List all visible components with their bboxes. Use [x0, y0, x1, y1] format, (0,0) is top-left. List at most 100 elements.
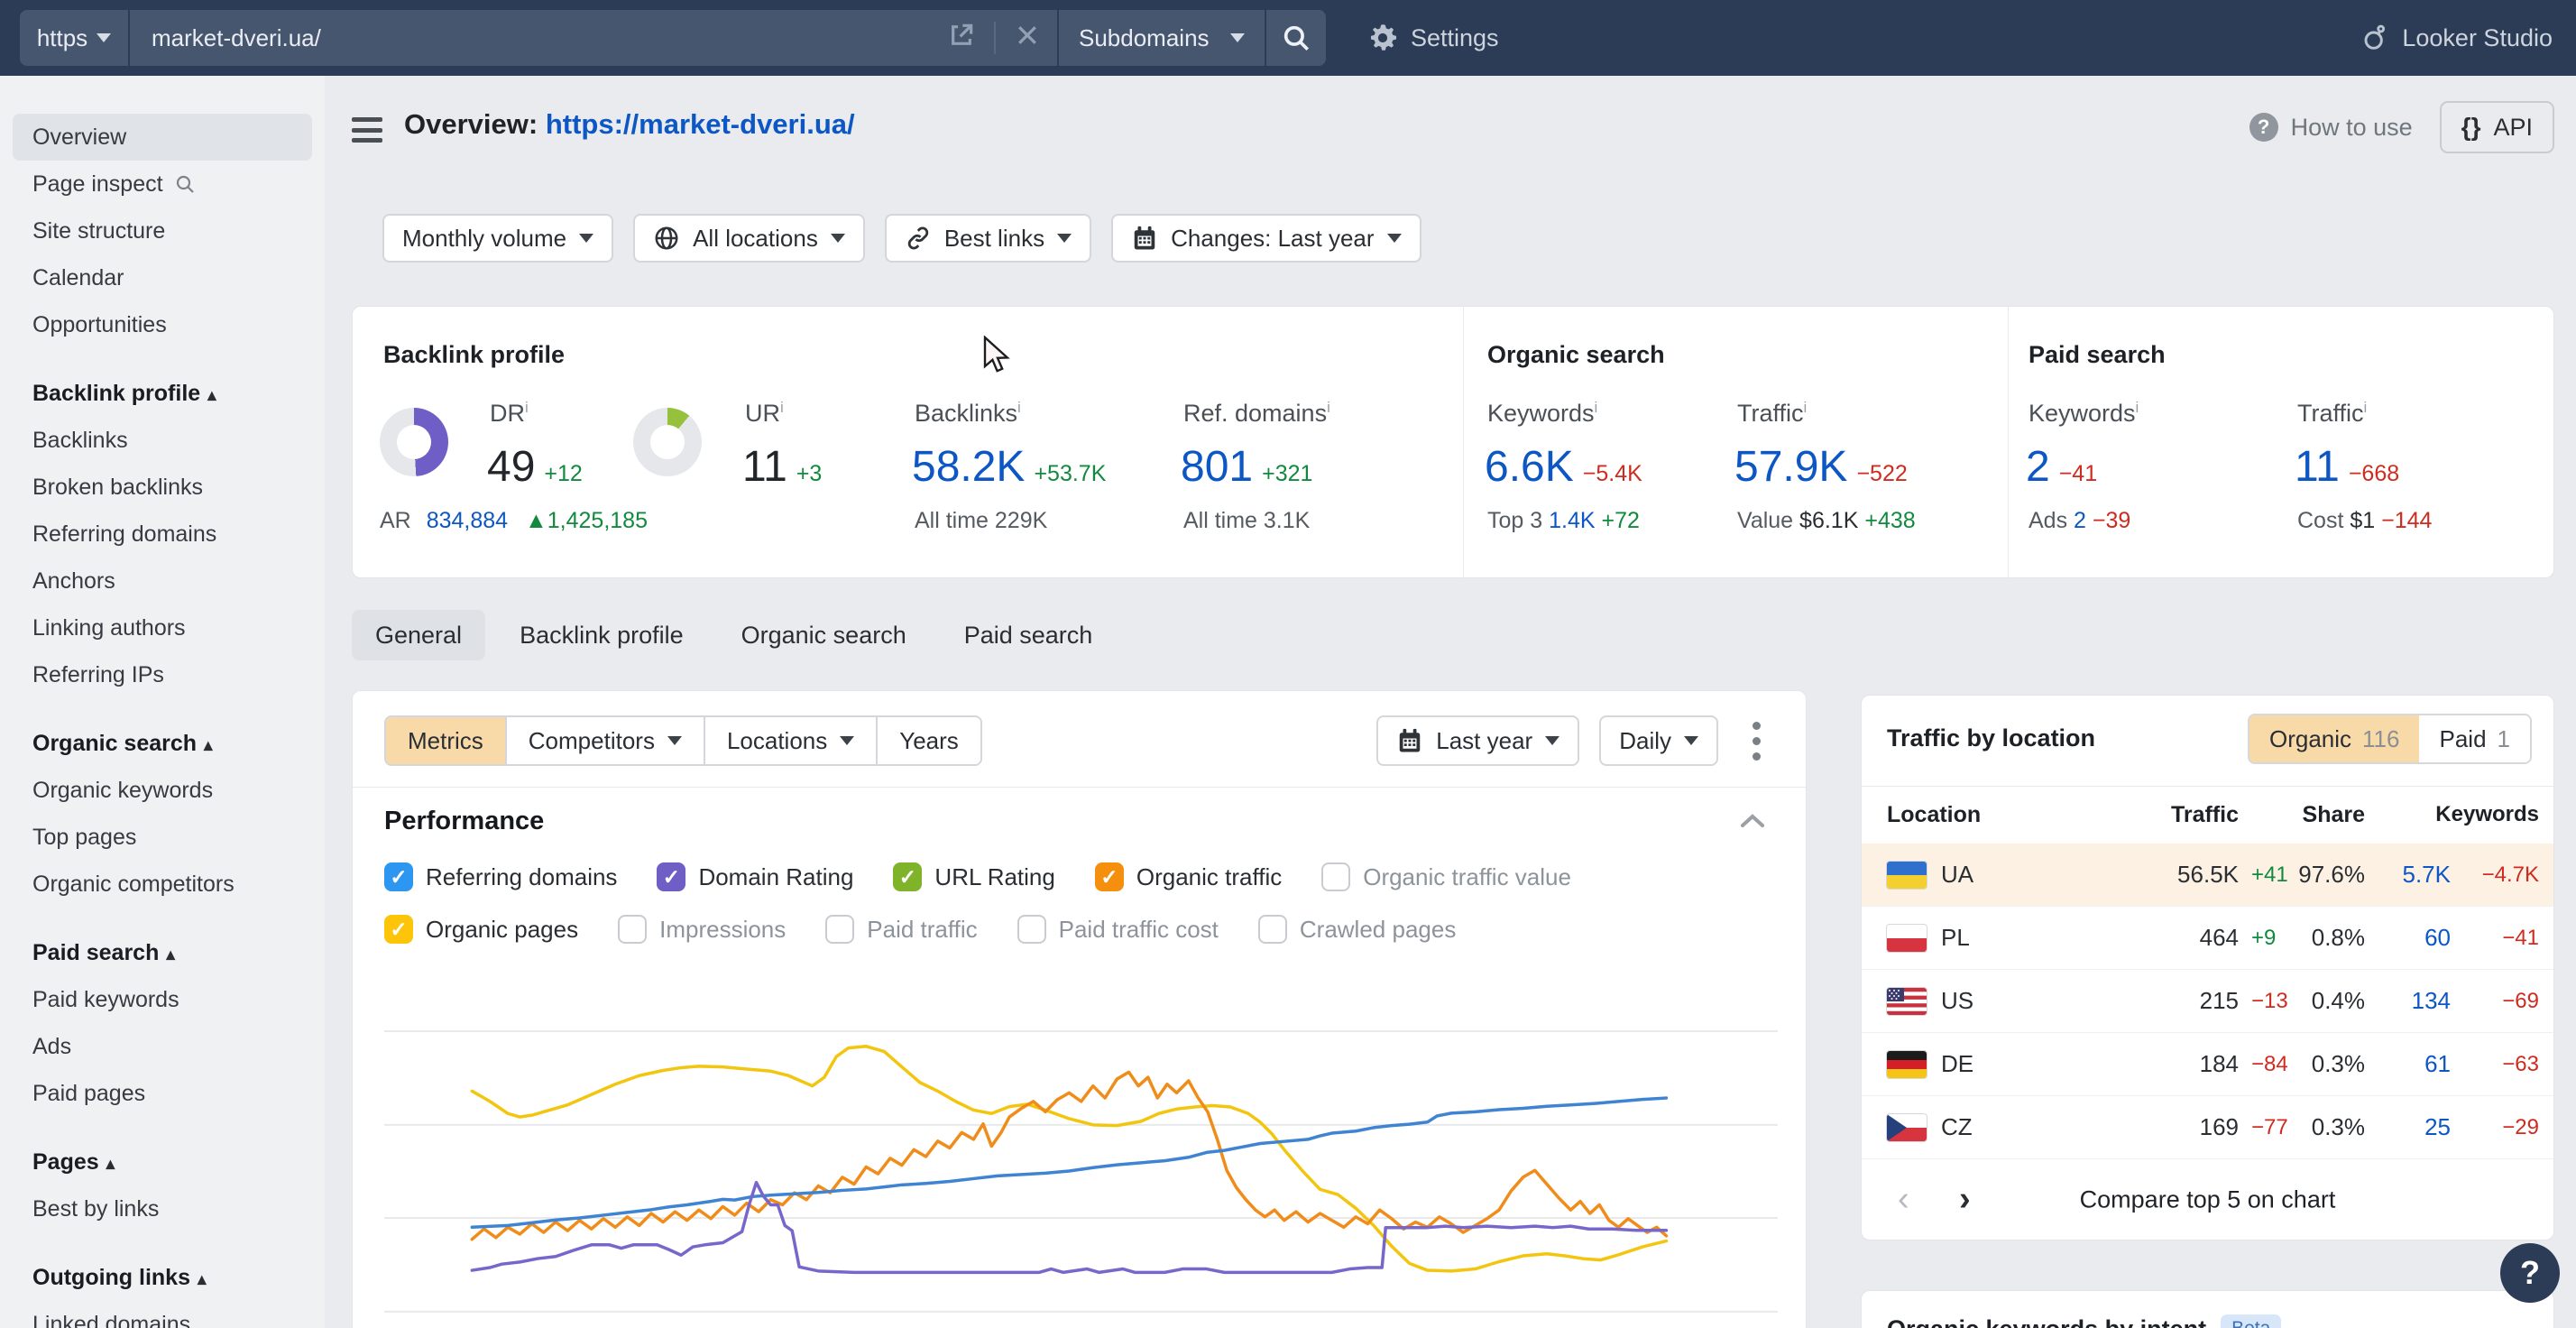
- sidebar-item-ads[interactable]: Ads: [13, 1023, 312, 1070]
- segment-competitors[interactable]: Competitors: [505, 717, 704, 764]
- checkbox-paid-traffic[interactable]: Paid traffic: [825, 915, 977, 944]
- info-icon[interactable]: i: [780, 399, 784, 416]
- clear-url-icon[interactable]: [1014, 22, 1041, 55]
- ads-value-link[interactable]: 2: [2074, 508, 2086, 533]
- tab-paid-search[interactable]: Paid search: [941, 610, 1117, 660]
- info-icon[interactable]: i: [2136, 399, 2139, 416]
- sidebar-section-organic-search[interactable]: Organic search▴: [13, 720, 312, 767]
- location-row-cz[interactable]: CZ 169 −77 0.3% 25 −29: [1862, 1096, 2553, 1159]
- checkbox-box[interactable]: [1258, 915, 1287, 944]
- sidebar-item-best-by-links[interactable]: Best by links: [13, 1185, 312, 1232]
- sidebar-item-top-pages[interactable]: Top pages: [13, 814, 312, 861]
- target-url-link[interactable]: https://market-dveri.ua/: [546, 108, 855, 140]
- checkbox-referring-domains[interactable]: Referring domains: [384, 862, 617, 891]
- organic-keywords-value[interactable]: 6.6K−5.4K: [1485, 442, 1642, 492]
- menu-hamburger-icon[interactable]: [352, 117, 382, 143]
- compare-top5-link[interactable]: Compare top 5 on chart: [2080, 1185, 2336, 1213]
- location-row-de[interactable]: DE 184 −84 0.3% 61 −63: [1862, 1033, 2553, 1096]
- checkbox-box[interactable]: [657, 862, 685, 891]
- changes-filter-button[interactable]: Changes: Last year: [1111, 214, 1421, 263]
- collapse-chevron-icon[interactable]: [1737, 810, 1768, 836]
- search-button[interactable]: [1266, 10, 1326, 66]
- location-row-us[interactable]: US 215 −13 0.4% 134 −69: [1862, 970, 2553, 1033]
- volume-filter-button[interactable]: Monthly volume: [382, 214, 613, 263]
- toggle-organic[interactable]: Organic116: [2249, 715, 2420, 762]
- sidebar-item-linking-authors[interactable]: Linking authors: [13, 604, 312, 651]
- paid-keywords-value[interactable]: 2−41: [2026, 442, 2097, 492]
- sidebar-item-broken-backlinks[interactable]: Broken backlinks: [13, 464, 312, 511]
- sidebar-section-backlink-profile[interactable]: Backlink profile▴: [13, 370, 312, 417]
- segment-years[interactable]: Years: [876, 717, 980, 764]
- keywords-link[interactable]: 25: [2369, 1096, 2451, 1158]
- keywords-link[interactable]: 60: [2369, 907, 2451, 969]
- checkbox-box[interactable]: [1321, 862, 1350, 891]
- keywords-link[interactable]: 61: [2369, 1033, 2451, 1095]
- ref-domains-value[interactable]: 801+321: [1181, 442, 1312, 492]
- keywords-link[interactable]: 134: [2369, 970, 2451, 1032]
- checkbox-organic-traffic-value[interactable]: Organic traffic value: [1321, 862, 1571, 891]
- info-icon[interactable]: i: [2364, 399, 2368, 416]
- sidebar-item-opportunities[interactable]: Opportunities: [13, 301, 312, 348]
- checkbox-organic-pages[interactable]: Organic pages: [384, 915, 578, 944]
- toggle-paid[interactable]: Paid1: [2419, 715, 2530, 762]
- sidebar-section-pages[interactable]: Pages▴: [13, 1139, 312, 1185]
- api-button[interactable]: {} API: [2440, 101, 2554, 153]
- checkbox-organic-traffic[interactable]: Organic traffic: [1095, 862, 1282, 891]
- date-range-button[interactable]: Last year: [1376, 715, 1579, 766]
- top3-value-link[interactable]: 1.4K: [1549, 508, 1595, 533]
- info-icon[interactable]: i: [1595, 399, 1598, 416]
- floating-help-button[interactable]: [2500, 1243, 2560, 1303]
- looker-studio-button[interactable]: Looker Studio: [2360, 0, 2553, 76]
- granularity-button[interactable]: Daily: [1599, 715, 1718, 766]
- location-row-pl[interactable]: PL 464 +9 0.8% 60 −41: [1862, 907, 2553, 970]
- more-options-kebab-icon[interactable]: [1738, 715, 1774, 766]
- checkbox-box[interactable]: [618, 915, 647, 944]
- sidebar-item-site-structure[interactable]: Site structure: [13, 208, 312, 254]
- checkbox-box[interactable]: [825, 915, 854, 944]
- scope-select[interactable]: Subdomains: [1059, 10, 1265, 66]
- checkbox-crawled-pages[interactable]: Crawled pages: [1258, 915, 1456, 944]
- page-next-chevron-icon[interactable]: ›: [1959, 1159, 1971, 1240]
- info-icon[interactable]: i: [1327, 399, 1330, 416]
- sidebar-item-anchors[interactable]: Anchors: [13, 558, 312, 604]
- external-link-icon[interactable]: [947, 21, 976, 56]
- sidebar-item-referring-domains[interactable]: Referring domains: [13, 511, 312, 558]
- checkbox-url-rating[interactable]: URL Rating: [893, 862, 1054, 891]
- segment-locations[interactable]: Locations: [704, 717, 876, 764]
- checkbox-domain-rating[interactable]: Domain Rating: [657, 862, 853, 891]
- paid-traffic-value[interactable]: 11−668: [2295, 442, 2399, 492]
- checkbox-box[interactable]: [893, 862, 922, 891]
- checkbox-box[interactable]: [1017, 915, 1046, 944]
- sidebar-section-outgoing-links[interactable]: Outgoing links▴: [13, 1254, 312, 1301]
- info-icon[interactable]: i: [525, 399, 529, 416]
- sidebar-section-paid-search[interactable]: Paid search▴: [13, 929, 312, 976]
- organic-traffic-value[interactable]: 57.9K−522: [1734, 442, 1908, 492]
- locations-filter-button[interactable]: All locations: [633, 214, 865, 263]
- sidebar-item-backlinks[interactable]: Backlinks: [13, 417, 312, 464]
- how-to-use-button[interactable]: How to use: [2249, 113, 2413, 142]
- checkbox-paid-traffic-cost[interactable]: Paid traffic cost: [1017, 915, 1219, 944]
- checkbox-box[interactable]: [384, 915, 413, 944]
- tab-general[interactable]: General: [352, 610, 485, 660]
- page-prev-chevron-icon[interactable]: ‹: [1898, 1159, 1909, 1240]
- segment-metrics[interactable]: Metrics: [386, 717, 505, 764]
- sidebar-item-organic-competitors[interactable]: Organic competitors: [13, 861, 312, 908]
- info-icon[interactable]: i: [1017, 399, 1021, 416]
- checkbox-box[interactable]: [384, 862, 413, 891]
- backlinks-value[interactable]: 58.2K+53.7K: [912, 442, 1106, 492]
- ar-value-link[interactable]: 834,884: [427, 508, 508, 533]
- protocol-select[interactable]: https: [20, 10, 128, 66]
- checkbox-impressions[interactable]: Impressions: [618, 915, 786, 944]
- sidebar-item-linked-domains[interactable]: Linked domains: [13, 1301, 312, 1328]
- best-links-filter-button[interactable]: Best links: [885, 214, 1091, 263]
- info-icon[interactable]: i: [1804, 399, 1808, 416]
- location-row-ua[interactable]: UA 56.5K +41 97.6% 5.7K −4.7K: [1862, 844, 2553, 907]
- checkbox-box[interactable]: [1095, 862, 1124, 891]
- settings-button[interactable]: Settings: [1367, 0, 1499, 76]
- tab-organic-search[interactable]: Organic search: [718, 610, 930, 660]
- sidebar-item-paid-keywords[interactable]: Paid keywords: [13, 976, 312, 1023]
- keywords-link[interactable]: 5.7K: [2369, 844, 2451, 906]
- url-input[interactable]: market-dveri.ua/: [130, 10, 1057, 66]
- sidebar-item-calendar[interactable]: Calendar: [13, 254, 312, 301]
- sidebar-item-organic-keywords[interactable]: Organic keywords: [13, 767, 312, 814]
